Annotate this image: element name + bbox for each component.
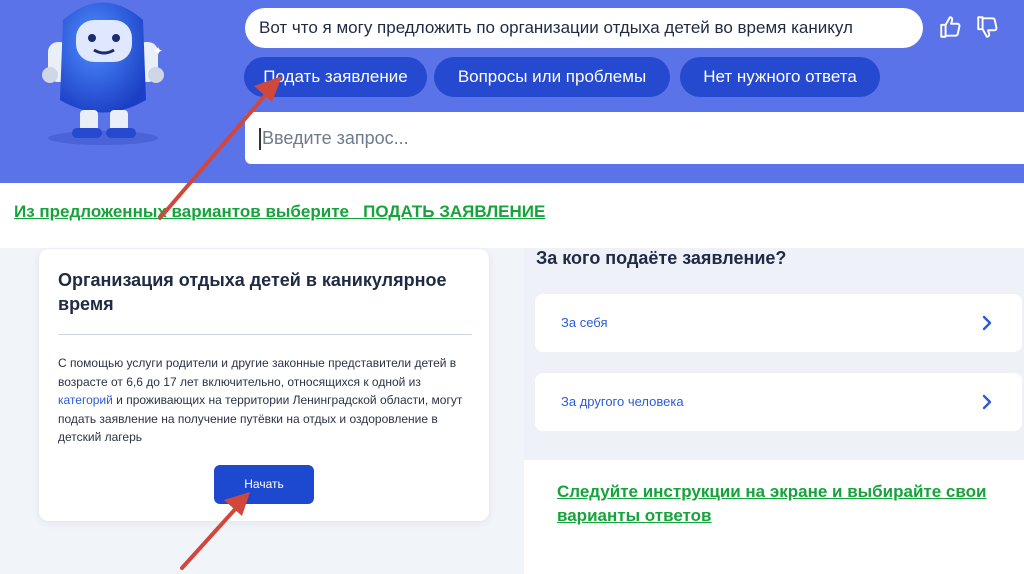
thumb-up-icon[interactable] xyxy=(938,14,964,40)
screenshot-stage: ✦ Вот что я могу предложить по организац… xyxy=(0,0,1024,574)
submit-application-button[interactable]: Подать заявление xyxy=(244,57,427,97)
svg-text:✦: ✦ xyxy=(153,44,163,58)
bot-message-bubble: Вот что я могу предложить по организации… xyxy=(245,8,923,48)
description-text-start: С помощью услуги родители и другие закон… xyxy=(58,356,457,389)
thumb-down-icon[interactable] xyxy=(975,14,1001,40)
no-answer-button[interactable]: Нет нужного ответа xyxy=(680,57,880,97)
instruction-select-submit: Из предложенных вариантов выберите ПОДАТ… xyxy=(14,202,546,221)
description-text-end: и проживающих на территории Ленинградско… xyxy=(58,393,463,444)
chevron-right-icon xyxy=(982,315,992,331)
text-caret xyxy=(259,128,261,151)
applicant-question: За кого подаёте заявление? xyxy=(536,248,787,268)
search-input-placeholder: Введите запрос... xyxy=(262,128,409,148)
option-label: За себя xyxy=(561,315,608,330)
option-for-self[interactable]: За себя xyxy=(535,294,1022,352)
service-title: Организация отдыха детей в каникулярное … xyxy=(58,270,447,314)
start-button[interactable]: Начать xyxy=(214,465,314,504)
option-for-other-person[interactable]: За другого человека xyxy=(535,373,1022,431)
service-description: С помощью услуги родители и другие закон… xyxy=(58,354,478,447)
questions-or-problems-button[interactable]: Вопросы или проблемы xyxy=(434,57,670,97)
search-input[interactable]: Введите запрос... xyxy=(245,112,1024,164)
instruction-follow-steps: Следуйте инструкции на экране и выбирайт… xyxy=(557,482,987,525)
divider xyxy=(58,334,472,335)
robot-assistant-icon: ✦ xyxy=(42,2,164,145)
chevron-right-icon xyxy=(982,394,992,410)
categories-link[interactable]: категорий xyxy=(58,393,113,407)
option-label: За другого человека xyxy=(561,394,684,409)
